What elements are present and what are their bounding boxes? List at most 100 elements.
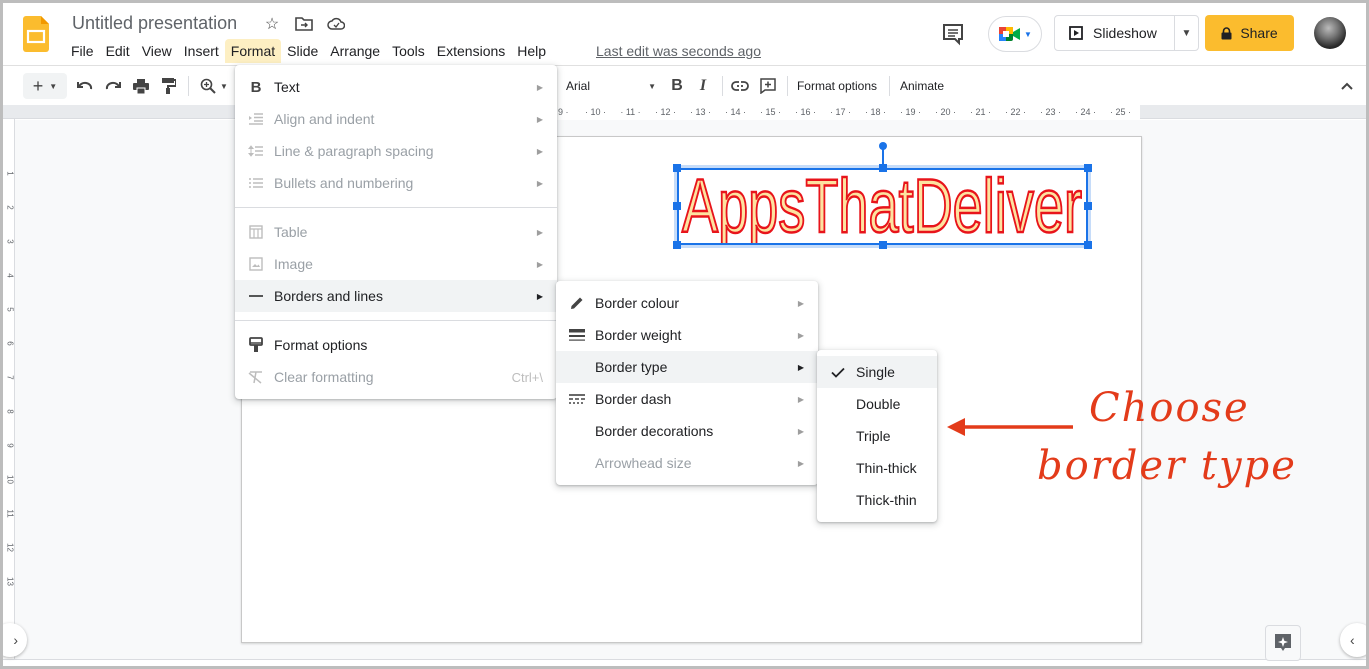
format-options-button[interactable]: Format options [795,74,879,98]
horizontal-ruler: · 9 · · 10 · · 11 · · 12 · · 13 · · 14 · · 15 … [3,105,1366,119]
border-type-single[interactable]: Single [817,356,937,388]
menu-file[interactable]: File [65,39,100,63]
menu-tools[interactable]: Tools [386,39,431,63]
paint-format-button[interactable] [159,74,179,98]
ruler-tick-label: · 11 · [620,107,641,117]
star-icon[interactable]: ☆ [261,13,283,35]
borders-menu-item-arrowhead-size[interactable]: Arrowhead size ▶ [556,447,818,479]
ruler-tick-label: 11 [5,509,15,518]
comment-history-icon[interactable] [941,22,969,50]
rotation-handle[interactable] [879,142,887,150]
undo-button[interactable] [75,74,95,98]
print-icon [133,78,149,94]
borders-menu-item-type[interactable]: Border type ▶ [556,351,818,383]
menu-help[interactable]: Help [511,39,552,63]
border-type-thin-thick[interactable]: Thin-thick [817,452,937,484]
new-slide-button[interactable]: + ▼ [23,73,67,99]
explore-button[interactable] [1265,625,1301,661]
format-menu-item-clear-formatting[interactable]: Clear formatting Ctrl+\ [235,361,557,393]
border-type-double[interactable]: Double [817,388,937,420]
vertical-ruler: 1 2 3 4 5 6 7 8 9 10 11 12 13 [3,119,15,659]
resize-handle-sw[interactable] [673,241,681,249]
svg-text:AppsThatDeliver: AppsThatDeliver [682,170,1082,243]
ruler-tick-label: · 13 · [689,107,711,117]
zoom-button[interactable]: ▼ [196,74,232,98]
resize-handle-s[interactable] [879,241,887,249]
slideshow-label: Slideshow [1093,25,1157,41]
border-type-submenu: Single Double Triple Thin-thick Thick-th… [817,350,937,522]
format-menu-item-image[interactable]: Image ▶ [235,248,557,280]
resize-handle-se[interactable] [1084,241,1092,249]
format-menu-item-table[interactable]: Table ▶ [235,216,557,248]
border-type-thick-thin[interactable]: Thick-thin [817,484,937,516]
last-edit-link[interactable]: Last edit was seconds ago [596,43,761,59]
table-icon [247,223,265,241]
wordart-textbox[interactable]: AppsThatDeliver [673,142,1092,249]
format-menu-item-bullets[interactable]: Bullets and numbering ▶ [235,167,557,199]
resize-handle-n[interactable] [879,164,887,172]
line-dash-icon [568,390,586,408]
format-menu-item-borders-lines[interactable]: Borders and lines ▶ [235,280,557,312]
font-family-select[interactable]: Arial ▼ [566,74,656,98]
borders-menu-item-decorations[interactable]: Border decorations ▶ [556,415,818,447]
borders-menu-item-weight[interactable]: Border weight ▶ [556,319,818,351]
border-type-triple[interactable]: Triple [817,420,937,452]
document-title[interactable]: Untitled presentation [72,13,237,34]
resize-handle-e[interactable] [1084,202,1092,210]
undo-icon [77,81,93,90]
submenu-arrow-icon: ▶ [797,426,804,436]
format-menu-item-line-spacing[interactable]: Line & paragraph spacing ▶ [235,135,557,167]
submenu-arrow-icon: ▶ [536,291,543,301]
bold-button[interactable]: B [667,74,687,98]
ruler-tick-label: · 12 · [654,107,676,117]
menu-slide[interactable]: Slide [281,39,324,63]
menu-edit[interactable]: Edit [100,39,136,63]
animate-button[interactable]: Animate [897,74,947,98]
ruler-tick-label: · 22 · [1004,107,1026,117]
account-avatar[interactable] [1314,17,1346,49]
meet-button[interactable]: ▼ [988,16,1042,52]
italic-button[interactable]: I [693,74,713,98]
slideshow-options-dropdown[interactable]: ▼ [1175,28,1198,39]
cloud-saved-icon[interactable] [325,13,347,35]
add-comment-button[interactable] [757,74,779,98]
ruler-tick-label: 6 [5,341,15,346]
resize-handle-ne[interactable] [1084,164,1092,172]
menu-bar: File Edit View Insert Format Slide Arran… [65,39,552,63]
submenu-arrow-icon: ▶ [797,458,804,468]
toolbar: + ▼ ▼ Arial ▼ B I Format options Animate [3,65,1366,105]
format-menu-item-align-indent[interactable]: Align and indent ▶ [235,103,557,135]
paint-format-icon [162,78,176,94]
chevron-left-icon: ‹ [1350,632,1355,648]
print-button[interactable] [131,74,151,98]
slides-logo-icon[interactable] [23,16,49,52]
format-menu: B Text ▶ Align and indent ▶ Line & parag… [235,65,557,399]
clear-format-icon [247,368,265,386]
ruler-tick-label: · 23 · [1039,107,1061,117]
speaker-notes-resize-bar[interactable] [3,659,1366,666]
format-menu-item-text[interactable]: B Text ▶ [235,71,557,103]
submenu-arrow-icon: ▶ [536,227,543,237]
menu-arrange[interactable]: Arrange [324,39,386,63]
collapse-toolbar-icon[interactable] [1337,74,1357,98]
submenu-arrow-icon: ▶ [797,394,804,404]
move-folder-icon[interactable] [293,13,315,35]
format-menu-item-format-options[interactable]: Format options [235,329,557,361]
ruler-tick-label: · 17 · [829,107,851,117]
resize-handle-nw[interactable] [673,164,681,172]
menu-view[interactable]: View [136,39,178,63]
font-name: Arial [566,79,591,93]
slideshow-button[interactable]: Slideshow [1055,16,1175,50]
borders-menu-item-colour[interactable]: Border colour ▶ [556,287,818,319]
menu-insert[interactable]: Insert [178,39,225,63]
borders-menu-item-dash[interactable]: Border dash ▶ [556,383,818,415]
borders-and-lines-submenu: Border colour ▶ Border weight ▶ Border t… [556,281,818,485]
insert-link-button[interactable] [729,74,751,98]
redo-button[interactable] [103,74,123,98]
submenu-arrow-icon: ▶ [797,298,804,308]
share-button[interactable]: Share [1205,15,1294,51]
resize-handle-w[interactable] [673,202,681,210]
menu-extensions[interactable]: Extensions [431,39,511,63]
show-side-panel-button[interactable]: ‹ [1340,623,1366,657]
menu-format[interactable]: Format [224,39,282,63]
